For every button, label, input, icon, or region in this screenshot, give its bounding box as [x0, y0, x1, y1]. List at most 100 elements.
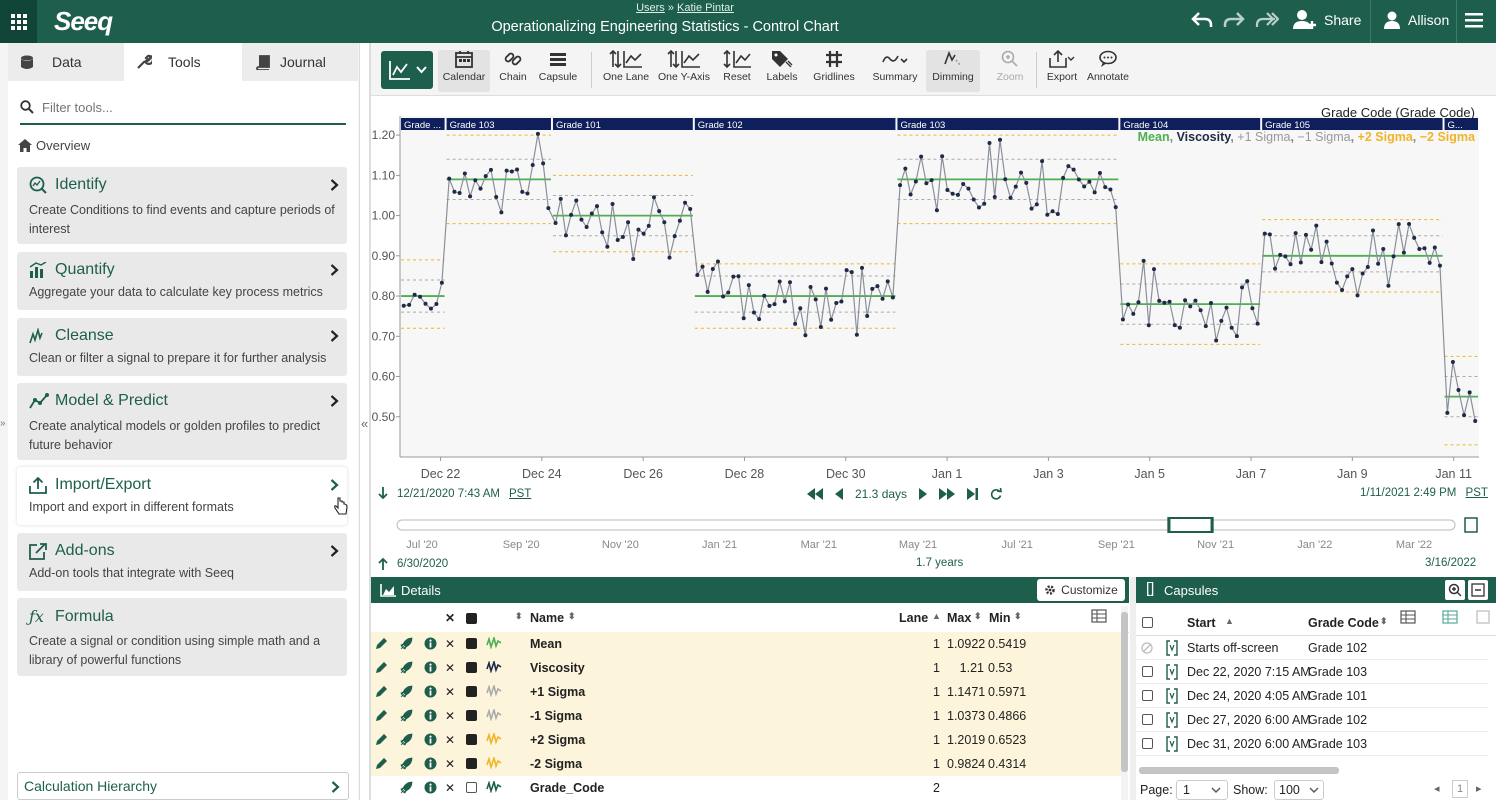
overview-track[interactable]	[396, 519, 1456, 531]
reset-button[interactable]: Reset	[720, 50, 754, 92]
remove-item-icon[interactable]: ✕	[445, 733, 455, 747]
refresh-icon[interactable]	[990, 488, 1002, 500]
tab-journal[interactable]: Journal	[242, 43, 358, 81]
info-icon[interactable]	[424, 685, 437, 698]
tool-card-formula[interactable]: ƒx Formula Create a signal or condition u…	[17, 598, 347, 676]
display-range-end[interactable]: 1/11/2021 2:49 PM PST	[1360, 487, 1488, 499]
edit-pencil-icon[interactable]	[375, 757, 388, 770]
rocket-icon[interactable]	[400, 733, 413, 746]
capsule-row[interactable]: Dec 27, 2020 6:00 AM Grade 102	[1136, 708, 1488, 732]
edit-pencil-icon[interactable]	[375, 733, 388, 746]
item-visibility-checkbox[interactable]	[466, 686, 477, 697]
collapse-left-icon[interactable]: »	[0, 418, 6, 429]
hamburger-menu-icon[interactable]	[1465, 12, 1483, 28]
capsule-checkbox[interactable]	[1142, 714, 1153, 725]
step-back-full-icon[interactable]	[807, 488, 823, 500]
capsules-hscrollbar[interactable]	[1139, 767, 1339, 774]
capsule-checkbox[interactable]	[1142, 738, 1153, 749]
column-max[interactable]: Max	[947, 611, 971, 625]
select-all-capsules-checkbox[interactable]	[1142, 617, 1153, 628]
prev-page-icon[interactable]: ◂	[1434, 782, 1440, 795]
page-select[interactable]: 1	[1176, 780, 1228, 800]
dimming-button[interactable]: Dimming	[926, 50, 980, 92]
step-back-icon[interactable]	[835, 488, 843, 500]
breadcrumb-users-link[interactable]: Users	[636, 2, 665, 14]
filter-tools-input[interactable]	[42, 99, 322, 115]
tool-card-identify[interactable]: Identify Create Conditions to find event…	[17, 167, 347, 244]
column-grade-code[interactable]: Grade Code	[1308, 616, 1379, 630]
overview-window[interactable]	[1168, 517, 1213, 533]
table-columns-icon[interactable]	[1400, 610, 1418, 624]
details-row[interactable]: ✕ Mean 1 1.0922 0.5419	[371, 632, 1121, 656]
labels-button[interactable]: Labels	[764, 50, 800, 92]
select-all-checkbox[interactable]	[466, 613, 477, 624]
one-y-axis-button[interactable]: One Y-Axis	[658, 50, 710, 92]
sort-asc-icon[interactable]: ▲	[1225, 616, 1234, 626]
tool-card-cleanse[interactable]: Cleanse Clean or filter a signal to prep…	[17, 318, 347, 376]
column-start[interactable]: Start	[1187, 616, 1215, 630]
share-button[interactable]: Share	[1292, 9, 1361, 31]
gridlines-button[interactable]: Gridlines	[810, 50, 858, 92]
tool-card-quantify[interactable]: Quantify Aggregate your data to calculat…	[17, 252, 347, 310]
capsule-row[interactable]: Dec 31, 2020 6:00 AM Grade 103	[1136, 732, 1488, 756]
summary-button[interactable]: Summary	[870, 50, 920, 92]
rocket-icon[interactable]	[400, 685, 413, 698]
sort-icon[interactable]: ⬍	[1380, 616, 1388, 627]
info-icon[interactable]	[424, 781, 437, 794]
sort-icon[interactable]: ⬍	[974, 611, 982, 622]
info-icon[interactable]	[424, 757, 437, 770]
edit-pencil-icon[interactable]	[375, 661, 388, 674]
redo-icon[interactable]	[1223, 10, 1245, 30]
column-lane[interactable]: Lane	[899, 611, 928, 625]
details-row[interactable]: ✕ -1 Sigma 1 1.0373 0.4866	[371, 704, 1121, 728]
worksheet-title[interactable]: Operationalizing Engineering Statistics …	[420, 19, 910, 35]
remove-item-icon[interactable]: ✕	[445, 685, 455, 699]
timezone-link[interactable]: PST	[509, 488, 531, 500]
collapse-capsules-button[interactable]	[1468, 580, 1488, 600]
calendar-button[interactable]: Calendar	[438, 50, 490, 92]
zoom-button[interactable]: Zoom	[992, 50, 1028, 92]
column-name[interactable]: Name	[530, 611, 564, 625]
step-forward-full-icon[interactable]	[939, 488, 956, 500]
info-icon[interactable]	[424, 709, 437, 722]
chain-button[interactable]: Chain	[496, 50, 530, 92]
item-visibility-checkbox[interactable]	[466, 734, 477, 745]
capsule-row[interactable]: Dec 22, 2020 7:15 AM Grade 103	[1136, 660, 1488, 684]
redo-all-icon[interactable]	[1255, 10, 1279, 30]
item-visibility-checkbox[interactable]	[466, 710, 477, 721]
edit-pencil-icon[interactable]	[375, 685, 388, 698]
remove-item-icon[interactable]: ✕	[445, 661, 455, 675]
step-forward-icon[interactable]	[919, 488, 928, 500]
remove-item-icon[interactable]: ✕	[445, 637, 455, 651]
table-columns-icon[interactable]	[1091, 609, 1107, 623]
collapse-panel-icon[interactable]: «	[361, 416, 368, 431]
rocket-icon[interactable]	[400, 757, 413, 770]
remove-item-icon[interactable]: ✕	[445, 757, 455, 771]
capsule-row[interactable]: Starts off-screen Grade 102	[1136, 636, 1488, 660]
rocket-icon[interactable]	[400, 709, 413, 722]
details-row[interactable]: ✕ Viscosity 1 1.21 0.53	[371, 656, 1121, 680]
page-indicator[interactable]: 1	[1452, 780, 1468, 798]
step-to-end-icon[interactable]	[967, 488, 979, 500]
one-lane-button[interactable]: One Lane	[602, 50, 650, 92]
app-grid-icon[interactable]	[0, 0, 37, 43]
tab-tools[interactable]: Tools	[124, 43, 242, 81]
page-size-select[interactable]: 100	[1274, 780, 1324, 800]
column-min[interactable]: Min	[989, 611, 1011, 625]
details-row[interactable]: ✕ Grade_Code 2	[371, 776, 1121, 800]
edit-pencil-icon[interactable]	[375, 637, 388, 650]
rocket-icon[interactable]	[400, 781, 413, 794]
view-type-selector[interactable]	[381, 51, 433, 89]
customize-button[interactable]: Customize	[1037, 579, 1125, 601]
export-button[interactable]: Export	[1044, 50, 1080, 92]
info-icon[interactable]	[424, 637, 437, 650]
investigate-range-start[interactable]: 6/30/2020	[378, 557, 448, 570]
info-icon[interactable]	[424, 661, 437, 674]
remove-all-icon[interactable]: ✕	[445, 611, 455, 625]
annotate-button[interactable]: Annotate	[1086, 50, 1130, 92]
overview-window-handle[interactable]	[1167, 517, 1171, 533]
capsule-row[interactable]: Dec 24, 2020 4:05 AM Grade 101	[1136, 684, 1488, 708]
tool-card-import-export[interactable]: Import/Export Import and export in diffe…	[17, 467, 348, 525]
rocket-icon[interactable]	[400, 661, 413, 674]
item-visibility-checkbox[interactable]	[466, 782, 477, 793]
